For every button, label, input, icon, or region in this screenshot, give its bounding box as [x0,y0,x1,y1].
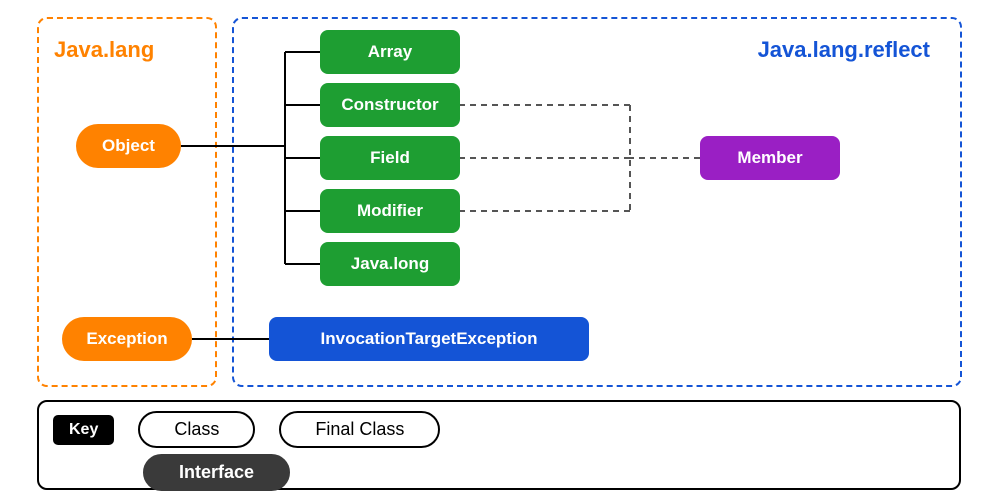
legend-item-final-class: Final Class [279,411,440,448]
node-modifier: Modifier [320,189,460,233]
node-label: Object [102,136,155,156]
package-label-reflect: Java.lang.reflect [758,37,930,63]
node-label: Field [370,148,410,168]
node-label: Constructor [341,95,438,115]
node-exception: Exception [62,317,192,361]
node-label: InvocationTargetException [321,329,538,349]
node-label: Exception [86,329,167,349]
package-label-lang: Java.lang [54,37,154,63]
node-javalong: Java.long [320,242,460,286]
node-field: Field [320,136,460,180]
legend-key-chip: Key [53,415,114,445]
node-member: Member [700,136,840,180]
node-invocation-target-exception: InvocationTargetException [269,317,589,361]
node-label: Java.long [351,254,429,274]
node-label: Array [368,42,412,62]
node-label: Member [737,148,802,168]
legend-item-interface: Interface [143,454,290,491]
legend-item-class: Class [138,411,255,448]
node-array: Array [320,30,460,74]
legend-box: Key Class Final Class Interface [37,400,961,490]
node-object: Object [76,124,181,168]
node-label: Modifier [357,201,423,221]
node-constructor: Constructor [320,83,460,127]
